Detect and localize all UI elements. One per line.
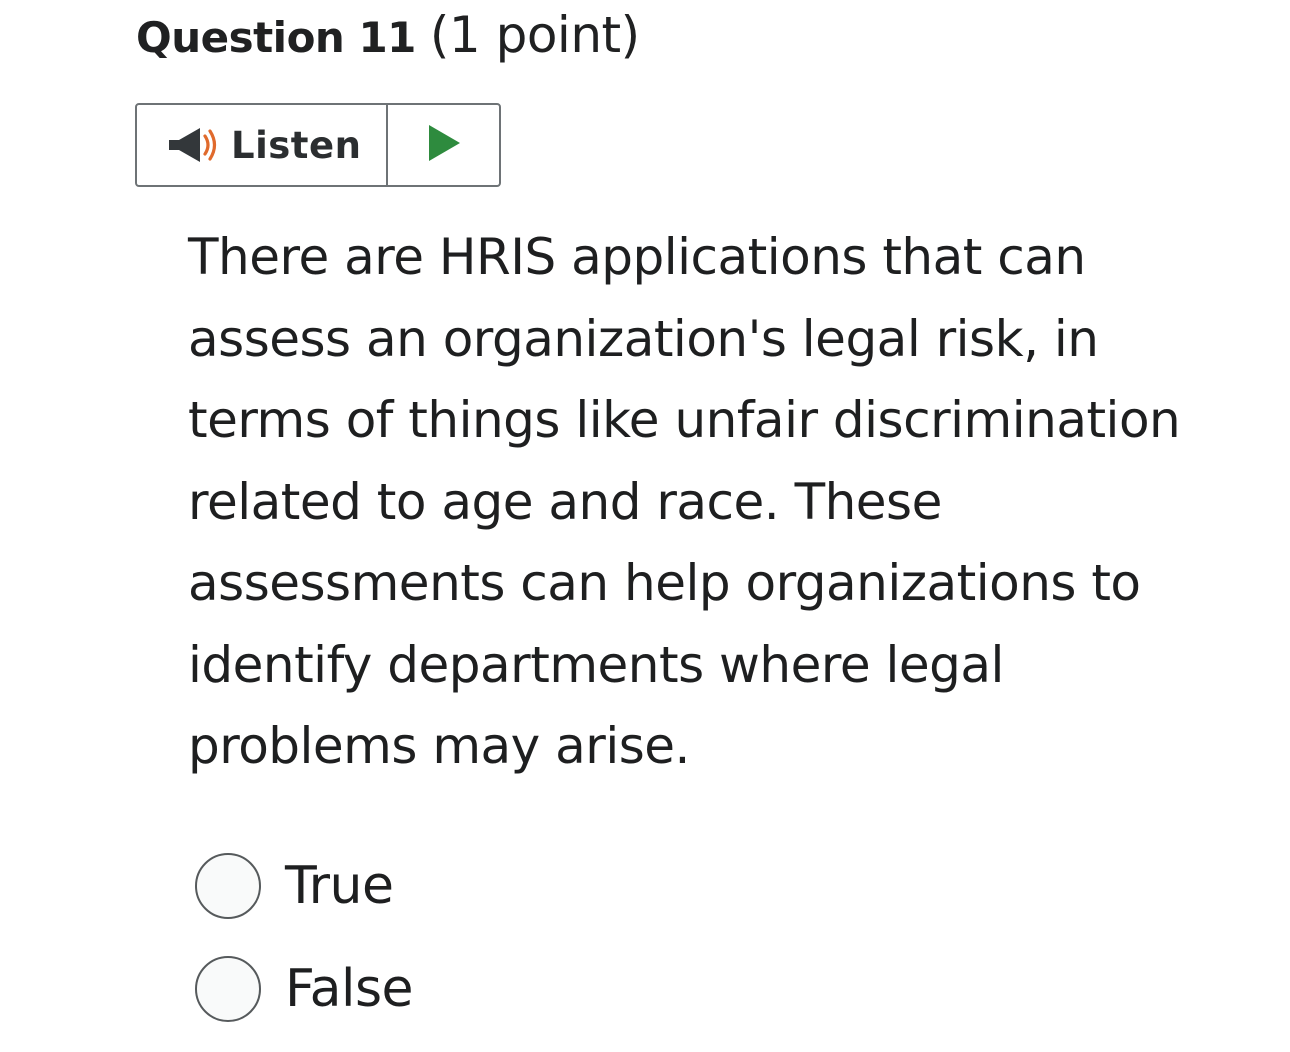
choice-true[interactable]: True xyxy=(195,846,413,926)
listen-button[interactable]: Listen xyxy=(137,105,388,185)
speaker-icon xyxy=(167,125,219,165)
radio-false[interactable] xyxy=(195,956,261,1022)
question-text: There are HRIS applications that can ass… xyxy=(188,228,1181,775)
choice-label-false: False xyxy=(285,959,414,1019)
listen-label: Listen xyxy=(231,123,362,167)
question-number: Question 11 xyxy=(136,13,416,62)
question-header: Question 11 (1 point) xyxy=(136,6,640,66)
play-icon xyxy=(427,124,461,166)
answer-choices: True False xyxy=(195,846,414,1052)
choice-false[interactable]: False xyxy=(195,949,414,1029)
radio-true[interactable] xyxy=(195,853,261,919)
choice-label-true: True xyxy=(285,856,394,916)
listen-widget: Listen xyxy=(135,103,501,187)
play-button[interactable] xyxy=(388,105,499,185)
question-points: (1 point) xyxy=(429,6,640,64)
